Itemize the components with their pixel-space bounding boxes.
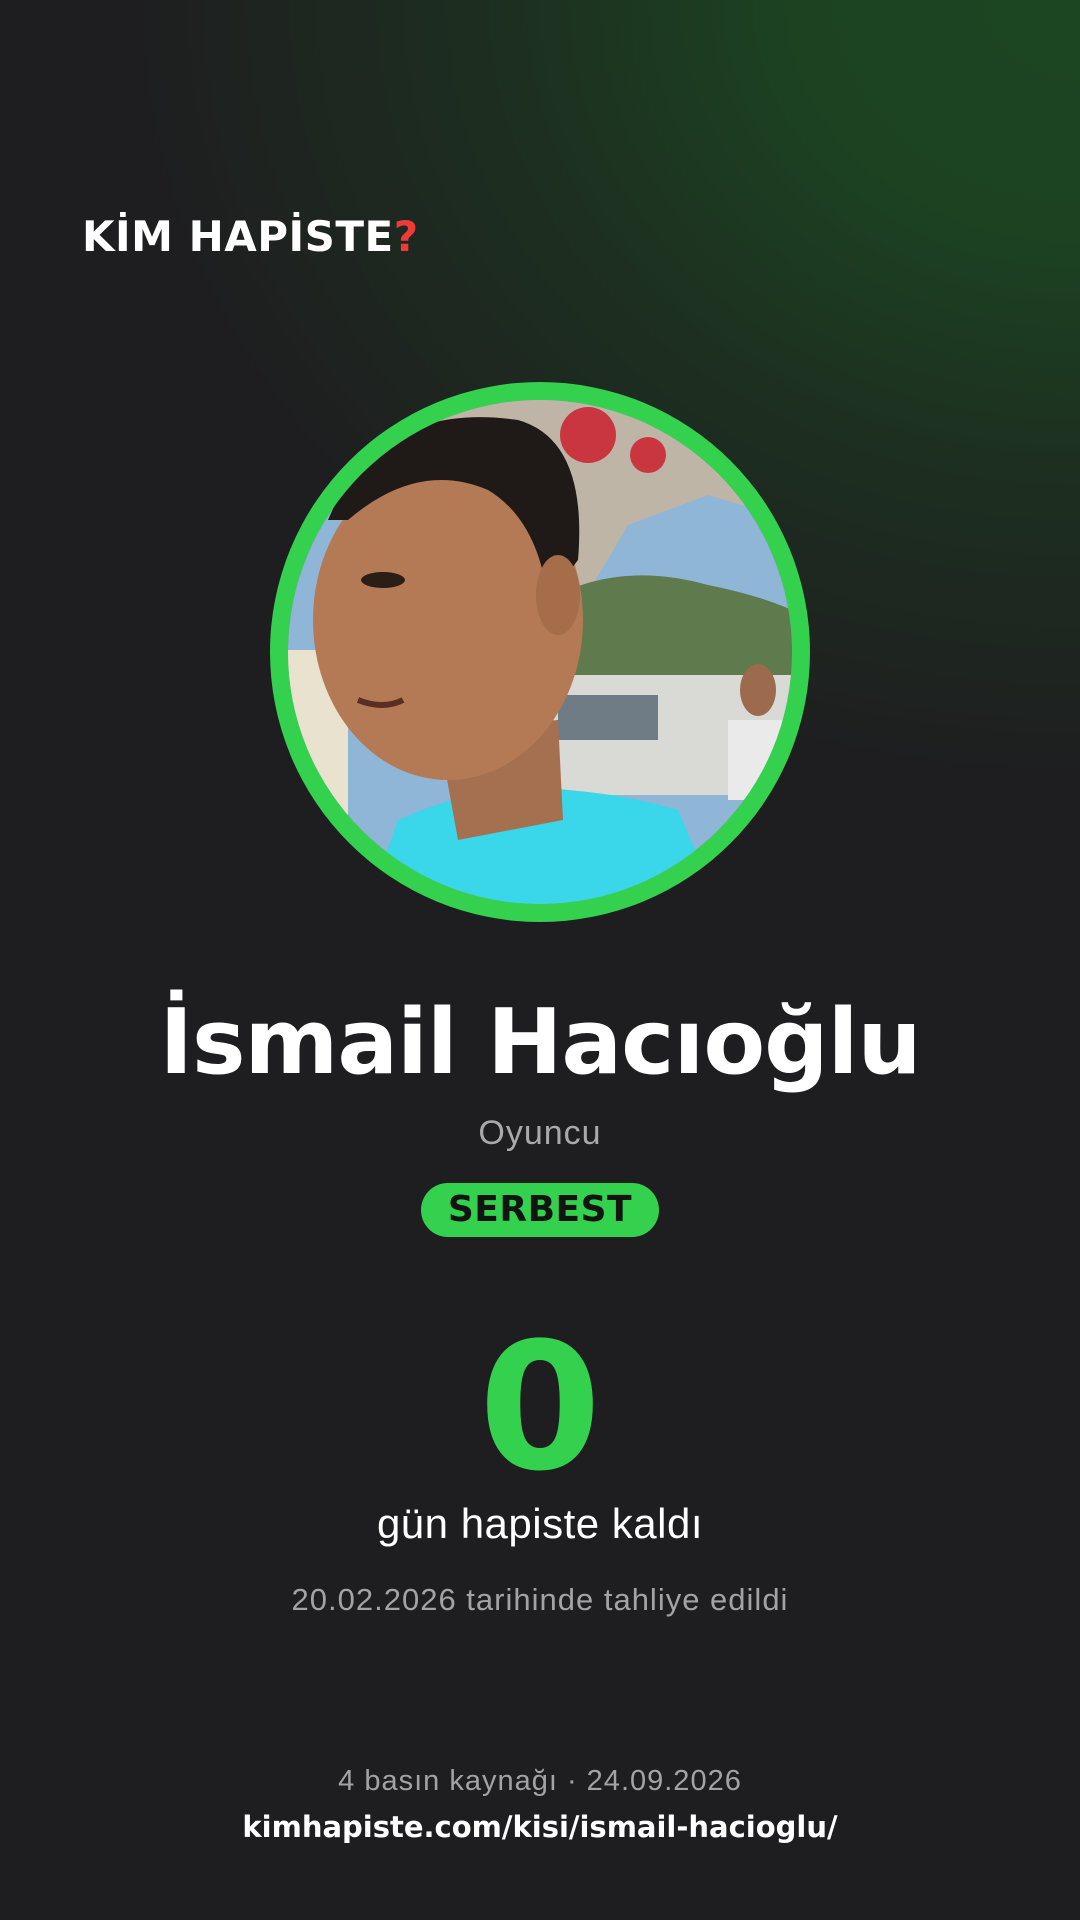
portrait-illustration — [288, 400, 792, 904]
profile-url-link[interactable]: kimhapiste.com/kisi/ismail-hacioglu/ — [0, 1810, 1080, 1844]
person-name: İsmail Hacıoğlu — [159, 990, 921, 1095]
logo-question-mark: ? — [393, 212, 419, 261]
release-date-text: 20.02.2026 tarihinde tahliye edildi — [291, 1582, 789, 1617]
person-role: Oyuncu — [478, 1114, 602, 1152]
avatar-photo — [288, 400, 792, 904]
days-label: gün hapiste kaldı — [376, 1500, 704, 1547]
status-badge-container: SERBEST — [0, 1183, 1080, 1237]
background-gradient — [0, 0, 1080, 1920]
brand-logo[interactable]: KİM HAPİSTE? — [82, 212, 419, 261]
avatar-ring — [270, 382, 810, 922]
logo-text: KİM HAPİSTE — [82, 212, 394, 261]
sources-info: 4 basın kaynağı · 24.09.2026 — [338, 1765, 742, 1797]
days-count: 0 — [478, 1305, 602, 1510]
status-badge: SERBEST — [420, 1183, 660, 1237]
